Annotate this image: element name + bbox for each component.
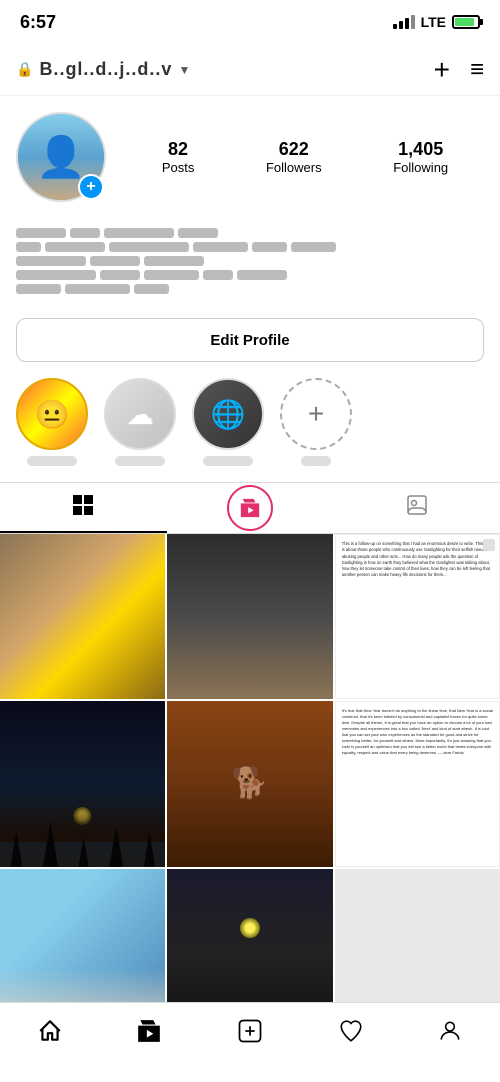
tab-bar bbox=[0, 482, 500, 534]
create-icon bbox=[236, 1017, 264, 1052]
grid-post-6[interactable]: It's true that New Year doesn't do anyth… bbox=[335, 701, 500, 866]
heart-icon bbox=[338, 1018, 364, 1051]
grid-post-8[interactable] bbox=[167, 869, 332, 1002]
nav-reels[interactable] bbox=[120, 1010, 178, 1059]
following-count: 1,405 bbox=[398, 139, 443, 160]
followers-count: 622 bbox=[279, 139, 309, 160]
following-stat[interactable]: 1,405 Following bbox=[393, 139, 448, 175]
highlight-circle-1: 😐 bbox=[16, 378, 88, 450]
signal-icon bbox=[393, 15, 415, 29]
highlight-label-3 bbox=[203, 456, 253, 466]
followers-label: Followers bbox=[266, 160, 322, 175]
battery-icon bbox=[452, 15, 480, 29]
tagged-icon bbox=[405, 493, 429, 523]
highlight-item-1[interactable]: 😐 bbox=[16, 378, 88, 466]
bio-line-2 bbox=[16, 242, 484, 252]
home-icon bbox=[37, 1018, 63, 1051]
avatar-wrapper: + bbox=[16, 112, 106, 202]
header: 🔒 B..gl..d..j..d..v ▼ + ≡ bbox=[0, 44, 500, 96]
grid-post-3[interactable]: This is a follow-up on something that I … bbox=[335, 534, 500, 699]
bio-section bbox=[0, 228, 500, 310]
highlight-item-3[interactable]: 🌐 bbox=[192, 378, 264, 466]
grid-post-9[interactable]: ▢ bbox=[335, 869, 500, 1002]
username-container[interactable]: 🔒 B..gl..d..j..d..v ▼ bbox=[16, 59, 190, 80]
bio-line-5 bbox=[16, 284, 484, 294]
stats-row: 82 Posts 622 Followers 1,405 Following bbox=[126, 139, 484, 175]
highlight-label-add bbox=[301, 456, 331, 466]
posts-stat[interactable]: 82 Posts bbox=[162, 139, 195, 175]
battery-fill bbox=[455, 18, 474, 26]
header-actions: + ≡ bbox=[434, 54, 484, 86]
lte-badge: LTE bbox=[421, 14, 446, 30]
highlight-label-1 bbox=[27, 456, 77, 466]
grid-post-7[interactable] bbox=[0, 869, 165, 1002]
profile-nav-icon bbox=[437, 1018, 463, 1051]
grid-post-4[interactable] bbox=[0, 701, 165, 866]
add-highlight-button[interactable]: + bbox=[280, 378, 352, 450]
tab-grid[interactable] bbox=[0, 483, 167, 533]
grid-post-1[interactable] bbox=[0, 534, 165, 699]
tab-reels[interactable] bbox=[167, 483, 334, 533]
profile-scroll[interactable]: + 82 Posts 622 Followers 1,405 Following bbox=[0, 96, 500, 1002]
grid-post-2[interactable] bbox=[167, 534, 332, 699]
bio-line-1 bbox=[16, 228, 484, 238]
bio-line-3 bbox=[16, 256, 484, 266]
profile-top: + 82 Posts 622 Followers 1,405 Following bbox=[16, 112, 484, 202]
grid-icon bbox=[71, 493, 95, 523]
highlight-item-2[interactable]: ☁ bbox=[104, 378, 176, 466]
add-icon[interactable]: + bbox=[434, 54, 450, 86]
posts-count: 82 bbox=[168, 139, 188, 160]
status-bar: 6:57 LTE bbox=[0, 0, 500, 44]
status-icons: LTE bbox=[393, 14, 480, 30]
highlights-row: 😐 ☁ 🌐 + bbox=[0, 378, 500, 482]
highlight-circle-3: 🌐 bbox=[192, 378, 264, 450]
posts-label: Posts bbox=[162, 160, 195, 175]
add-story-button[interactable]: + bbox=[78, 174, 104, 200]
edit-profile-button[interactable]: Edit Profile bbox=[16, 318, 484, 362]
username-text: B..gl..d..j..d..v bbox=[39, 59, 172, 80]
reels-active-ring bbox=[227, 485, 273, 531]
add-highlight-item[interactable]: + bbox=[280, 378, 352, 466]
lock-icon: 🔒 bbox=[16, 61, 33, 78]
profile-section: + 82 Posts 622 Followers 1,405 Following bbox=[0, 96, 500, 228]
highlight-label-2 bbox=[115, 456, 165, 466]
nav-home[interactable] bbox=[21, 1010, 79, 1059]
menu-icon[interactable]: ≡ bbox=[470, 56, 484, 84]
nav-notifications[interactable] bbox=[322, 1010, 380, 1059]
bottom-nav bbox=[0, 1002, 500, 1082]
following-label: Following bbox=[393, 160, 448, 175]
chevron-down-icon[interactable]: ▼ bbox=[178, 63, 190, 77]
content-grid: This is a follow-up on something that I … bbox=[0, 534, 500, 1002]
tab-tagged[interactable] bbox=[333, 483, 500, 533]
reels-nav-icon bbox=[136, 1018, 162, 1051]
nav-profile[interactable] bbox=[421, 1010, 479, 1059]
grid-post-5[interactable]: 🐕 bbox=[167, 701, 332, 866]
status-time: 6:57 bbox=[20, 12, 56, 33]
highlight-circle-2: ☁ bbox=[104, 378, 176, 450]
nav-create[interactable] bbox=[220, 1009, 280, 1060]
bio-line-4 bbox=[16, 270, 484, 280]
scrollable-content: + 82 Posts 622 Followers 1,405 Following bbox=[0, 96, 500, 1002]
followers-stat[interactable]: 622 Followers bbox=[266, 139, 322, 175]
